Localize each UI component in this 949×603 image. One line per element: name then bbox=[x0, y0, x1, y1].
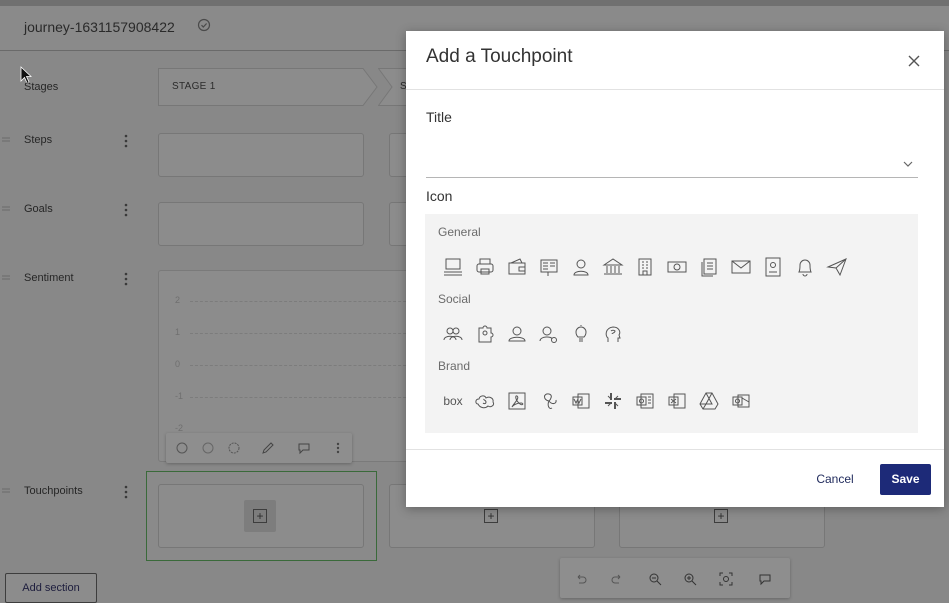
person-icon[interactable] bbox=[568, 254, 594, 280]
zoom-fit-icon[interactable] bbox=[719, 572, 733, 586]
emoji-sad-icon[interactable] bbox=[227, 441, 241, 455]
add-touchpoint-icon[interactable]: + bbox=[714, 509, 728, 523]
desktop-icon[interactable] bbox=[440, 254, 466, 280]
undo-icon[interactable] bbox=[574, 572, 588, 586]
sentiment-toolbar bbox=[166, 433, 352, 463]
google-drive-icon[interactable] bbox=[696, 388, 722, 414]
sentiment-tick: 2 bbox=[175, 295, 181, 305]
box-brand-text: box bbox=[443, 394, 463, 408]
zoom-in-icon[interactable] bbox=[683, 572, 697, 586]
save-button[interactable]: Save bbox=[880, 464, 931, 495]
canvas-toolbar bbox=[560, 558, 790, 598]
add-touchpoint-dialog: Add a Touchpoint Title Icon General Soci… bbox=[406, 31, 944, 507]
group-icon[interactable] bbox=[440, 321, 466, 347]
drag-handle-icon[interactable] bbox=[2, 488, 10, 494]
goal-cell[interactable] bbox=[158, 202, 364, 246]
icon-group-general-label: General bbox=[438, 225, 481, 239]
drag-handle-icon[interactable] bbox=[2, 206, 10, 212]
bell-icon[interactable] bbox=[792, 254, 818, 280]
stage-1-label: STAGE 1 bbox=[172, 81, 216, 92]
bank-icon[interactable] bbox=[600, 254, 626, 280]
gridline bbox=[190, 365, 406, 366]
comment-icon[interactable] bbox=[297, 441, 311, 455]
divider bbox=[406, 89, 944, 90]
emoji-happy-icon[interactable] bbox=[175, 441, 189, 455]
row-label-touchpoints: Touchpoints bbox=[24, 485, 83, 497]
gridline bbox=[190, 301, 406, 302]
lightbulb-icon[interactable] bbox=[568, 321, 594, 347]
row-label-steps: Steps bbox=[24, 134, 53, 146]
dialog-title: Add a Touchpoint bbox=[426, 46, 573, 67]
gridline bbox=[190, 333, 406, 334]
receipt-icon[interactable] bbox=[536, 254, 562, 280]
drag-handle-icon[interactable] bbox=[2, 275, 10, 281]
add-touchpoint-icon[interactable]: + bbox=[253, 509, 267, 523]
row-menu-icon[interactable] bbox=[120, 272, 132, 286]
icon-group-brand-label: Brand bbox=[438, 359, 471, 373]
step-cell[interactable] bbox=[158, 133, 364, 177]
row-label-sentiment: Sentiment bbox=[24, 272, 74, 284]
mail-icon[interactable] bbox=[728, 254, 754, 280]
gridline bbox=[190, 397, 406, 398]
office-building-icon[interactable] bbox=[632, 254, 658, 280]
excel-icon[interactable] bbox=[664, 388, 690, 414]
puzzle-person-icon[interactable] bbox=[472, 321, 498, 347]
row-label-stages: Stages bbox=[24, 81, 59, 93]
add-touchpoint-icon[interactable]: + bbox=[484, 509, 498, 523]
row-menu-icon[interactable] bbox=[120, 203, 132, 217]
close-icon[interactable] bbox=[906, 53, 922, 69]
more-vertical-icon[interactable] bbox=[331, 441, 345, 455]
row-menu-icon[interactable] bbox=[120, 134, 132, 148]
emoji-neutral-icon[interactable] bbox=[201, 441, 215, 455]
pencil-icon[interactable] bbox=[261, 441, 275, 455]
sentiment-tick: -1 bbox=[175, 391, 184, 401]
word-icon[interactable] bbox=[568, 388, 594, 414]
comments-icon[interactable] bbox=[758, 572, 772, 586]
row-label-goals: Goals bbox=[24, 203, 53, 215]
fan-logo-icon[interactable] bbox=[536, 388, 562, 414]
salesforce-icon[interactable] bbox=[472, 388, 498, 414]
paper-plane-icon[interactable] bbox=[824, 254, 850, 280]
adobe-acrobat-icon[interactable] bbox=[504, 388, 530, 414]
cash-icon[interactable] bbox=[664, 254, 690, 280]
slack-icon[interactable] bbox=[600, 388, 626, 414]
row-menu-icon[interactable] bbox=[120, 485, 132, 499]
title-input[interactable] bbox=[426, 139, 918, 178]
sentiment-tick: 0 bbox=[175, 359, 181, 369]
contact-card-icon[interactable] bbox=[760, 254, 786, 280]
sentiment-tick: -2 bbox=[175, 423, 184, 433]
journey-title[interactable]: journey-1631157908422 bbox=[24, 19, 175, 35]
printer-icon[interactable] bbox=[472, 254, 498, 280]
icon-field-label: Icon bbox=[426, 188, 453, 204]
icon-picker: General Social Brand box bbox=[425, 214, 918, 433]
box-brand-icon[interactable]: box bbox=[440, 388, 466, 414]
documents-icon[interactable] bbox=[696, 254, 722, 280]
drag-handle-icon[interactable] bbox=[2, 137, 10, 143]
person-settings-icon[interactable] bbox=[536, 321, 562, 347]
chevron-down-icon[interactable] bbox=[903, 161, 913, 167]
cancel-button[interactable]: Cancel bbox=[808, 467, 862, 491]
outlook-icon[interactable] bbox=[728, 388, 754, 414]
icon-group-social-label: Social bbox=[438, 292, 471, 306]
divider bbox=[406, 449, 944, 450]
zoom-out-icon[interactable] bbox=[648, 572, 662, 586]
check-circle-icon bbox=[197, 18, 211, 32]
redo-icon[interactable] bbox=[610, 572, 624, 586]
sentiment-tick: 1 bbox=[175, 327, 181, 337]
team-icon[interactable] bbox=[504, 321, 530, 347]
onenote-icon[interactable] bbox=[632, 388, 658, 414]
head-brain-icon[interactable] bbox=[600, 321, 626, 347]
add-section-button[interactable]: Add section bbox=[5, 573, 97, 603]
title-field-label: Title bbox=[426, 109, 452, 125]
wallet-icon[interactable] bbox=[504, 254, 530, 280]
